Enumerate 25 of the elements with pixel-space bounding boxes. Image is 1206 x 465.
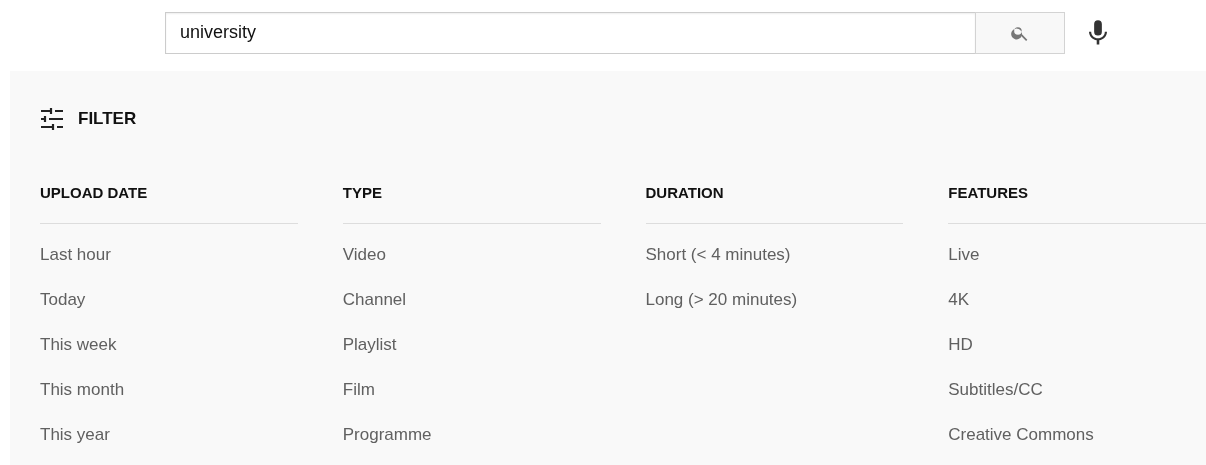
microphone-icon[interactable] (1089, 18, 1107, 47)
filter-option-link[interactable]: Playlist (342, 332, 397, 358)
filter-option-link[interactable]: Live (948, 242, 980, 268)
filter-option-link[interactable]: Film (342, 377, 375, 403)
filter-option-link[interactable]: Long (> 20 minutes) (645, 287, 798, 313)
search-field[interactable]: university (165, 11, 975, 54)
filter-option-link[interactable]: Creative Commons (948, 422, 1094, 448)
filter-button[interactable]: FILTER (40, 106, 137, 132)
filter-option-link[interactable]: Last hour (40, 242, 111, 268)
filter-sliders-icon (40, 108, 64, 130)
filter-option-link[interactable]: Short (< 4 minutes) (645, 242, 791, 268)
filter-option-link[interactable]: Today (40, 287, 86, 313)
filter-group-heading: DURATION (645, 183, 724, 203)
filter-option-link[interactable]: This year (40, 422, 110, 448)
filter-group-heading: FEATURES (948, 183, 1028, 203)
filter-group-heading: TYPE (342, 183, 382, 203)
filter-option-link[interactable]: Subtitles/CC (948, 377, 1043, 403)
filter-option-link[interactable]: 4K (948, 287, 970, 313)
filter-group-heading: UPLOAD DATE (40, 183, 148, 203)
filter-option-link[interactable]: This week (40, 332, 117, 358)
filter-option-link[interactable]: Programme (342, 422, 432, 448)
filter-option-link[interactable]: Video (342, 242, 386, 268)
filter-option-link[interactable]: HD (948, 332, 973, 358)
filter-option-link[interactable]: This month (40, 377, 125, 403)
filter-option-link[interactable]: Channel (342, 287, 407, 313)
